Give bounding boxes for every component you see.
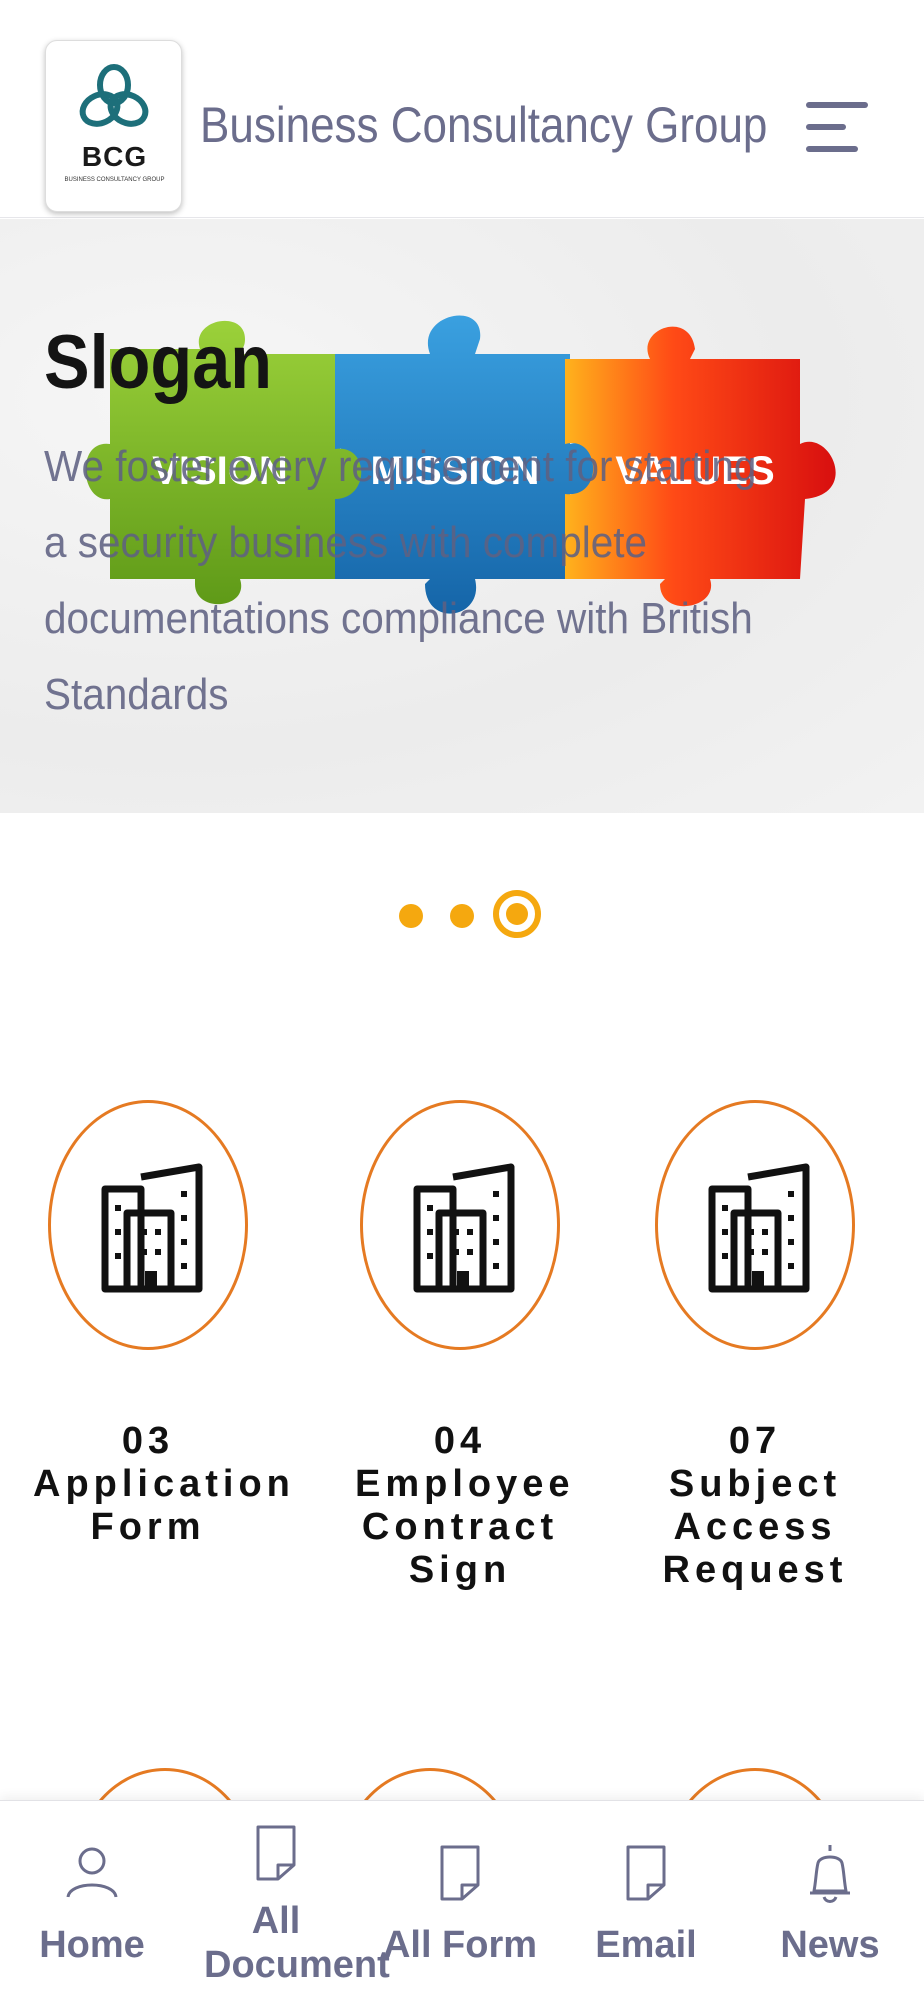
bottom-navigation: Home All Document All Form Email News	[0, 1800, 924, 2000]
card-circle	[360, 1100, 560, 1350]
nav-label-home: Home	[39, 1924, 145, 1966]
hero-banner[interactable]: VISION MISSION VALUES Slogan We foster e…	[0, 219, 924, 813]
card-label: Subject Access Request	[662, 1463, 848, 1591]
document-icon	[440, 1845, 480, 1901]
nav-item-all-form[interactable]: All Form	[368, 1801, 552, 2000]
card-circle	[48, 1100, 248, 1350]
hamburger-menu-icon[interactable]	[800, 100, 872, 156]
nav-item-home[interactable]: Home	[0, 1801, 184, 2000]
office-building-icon	[413, 1163, 515, 1293]
nav-label-email: Email	[595, 1924, 697, 1966]
nav-label-all-form: All Form	[382, 1924, 538, 1966]
card-label: Employee Contract Sign	[355, 1463, 575, 1591]
slogan-title: Slogan	[44, 320, 273, 405]
nav-item-email[interactable]: Email	[554, 1801, 738, 2000]
nav-item-all-document[interactable]: All Document	[184, 1801, 390, 2000]
bell-icon	[810, 1845, 850, 1903]
user-icon	[66, 1847, 118, 1898]
bcg-knot-icon	[79, 64, 149, 127]
app-title: Business Consultancy Group	[200, 97, 768, 153]
logo-text: BCG	[81, 141, 148, 172]
carousel-dot-1[interactable]	[399, 904, 423, 928]
card-number: 03	[121, 1420, 175, 1462]
carousel-dot-3-active[interactable]	[493, 890, 541, 938]
carousel-indicator	[395, 890, 555, 950]
card-circle	[655, 1100, 855, 1350]
card-number: 07	[728, 1420, 782, 1462]
logo[interactable]: BCG BUSINESS CONSULTANCY GROUP	[45, 40, 182, 212]
document-icon	[626, 1845, 666, 1901]
app-header: BCG BUSINESS CONSULTANCY GROUP Business …	[0, 0, 924, 218]
logo-subtext: BUSINESS CONSULTANCY GROUP	[64, 177, 165, 183]
office-building-icon	[101, 1163, 203, 1293]
slogan-text: We foster every requirement for starting…	[44, 442, 757, 719]
carousel-dot-2[interactable]	[450, 904, 474, 928]
card-label: Application Form	[33, 1463, 295, 1548]
card-number: 04	[433, 1420, 487, 1462]
nav-item-news[interactable]: News	[738, 1801, 922, 2000]
nav-label-news: News	[780, 1924, 880, 1966]
document-icon	[256, 1825, 296, 1881]
nav-label-all-document: All Document	[204, 1900, 390, 1986]
office-building-icon	[708, 1163, 810, 1293]
